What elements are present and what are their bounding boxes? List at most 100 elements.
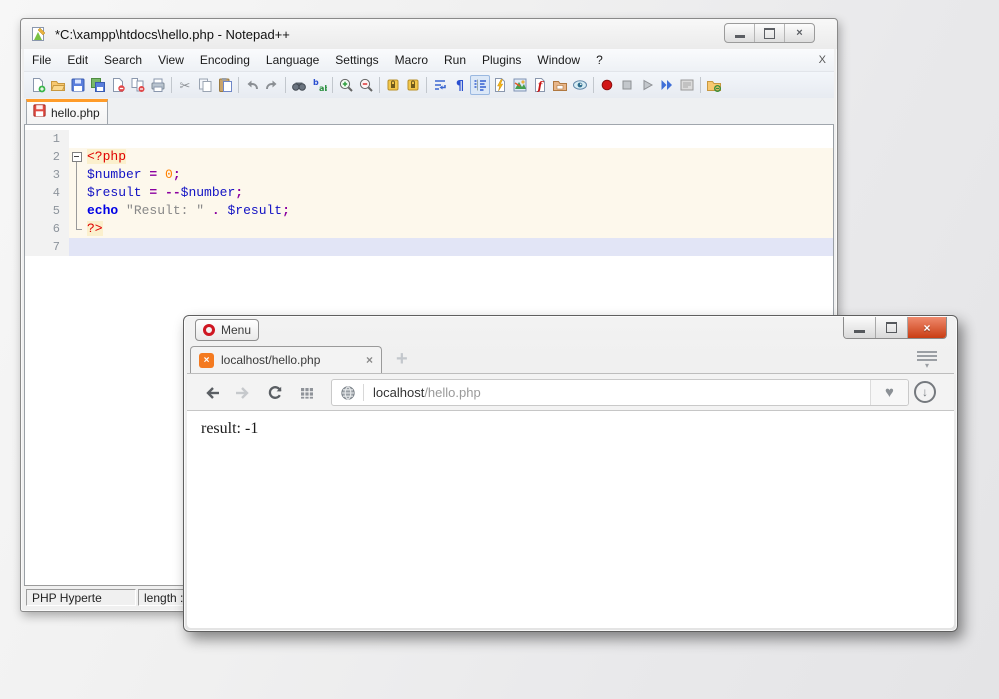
menu-item-run[interactable]: Run xyxy=(436,49,474,71)
opera-restore-button[interactable] xyxy=(875,317,907,338)
close-button[interactable] xyxy=(108,75,128,95)
zoom-out-button[interactable] xyxy=(356,75,376,95)
function-list-button[interactable]: f xyxy=(530,75,550,95)
word-wrap-button[interactable] xyxy=(430,75,450,95)
code-segment-plain xyxy=(157,185,165,200)
stop-recording-button[interactable] xyxy=(617,75,637,95)
opera-logo-icon xyxy=(203,324,215,336)
line-number: 5 xyxy=(25,202,69,220)
back-button[interactable] xyxy=(203,383,223,403)
notepad-minimize-button[interactable] xyxy=(725,24,754,42)
browser-tab-localhost[interactable]: × localhost/hello.php × xyxy=(190,346,382,373)
menu-item-search[interactable]: Search xyxy=(96,49,150,71)
reload-button[interactable] xyxy=(265,383,285,403)
new-file-icon xyxy=(30,77,46,93)
indent-guide-button[interactable] xyxy=(470,75,490,95)
print-button[interactable] xyxy=(148,75,168,95)
editor-line-5[interactable]: 5echo "Result: " . $result; xyxy=(25,202,833,220)
save-all-button[interactable] xyxy=(88,75,108,95)
close-all-icon xyxy=(130,77,146,93)
shortcut-mapper-button[interactable] xyxy=(490,75,510,95)
opera-close-button[interactable]: × xyxy=(907,317,946,338)
notepad-doc-close-button[interactable]: X xyxy=(819,54,826,66)
close-all-button[interactable] xyxy=(128,75,148,95)
word-wrap-icon xyxy=(432,77,448,93)
editor-line-7[interactable]: 7 xyxy=(25,238,833,256)
notepad-close-button[interactable]: × xyxy=(784,24,814,42)
replace-button[interactable]: bab xyxy=(309,75,329,95)
fold-box-icon[interactable] xyxy=(69,148,87,166)
show-all-characters-button[interactable]: ¶ xyxy=(450,75,470,95)
new-file-button[interactable] xyxy=(28,75,48,95)
document-map-button[interactable] xyxy=(510,75,530,95)
open-file-button[interactable] xyxy=(48,75,68,95)
cut-button[interactable]: ✂ xyxy=(175,75,195,95)
code-text: $number = 0; xyxy=(87,166,181,184)
menu-item-language[interactable]: Language xyxy=(258,49,327,71)
save-icon xyxy=(70,77,86,93)
monitoring-button[interactable] xyxy=(570,75,590,95)
cut-icon: ✂ xyxy=(177,77,193,93)
tab-menu-button[interactable]: ▾ xyxy=(915,351,939,368)
editor-line-3[interactable]: 3$number = 0; xyxy=(25,166,833,184)
monitoring-icon xyxy=(572,77,588,93)
forward-button[interactable] xyxy=(232,383,252,403)
downloads-button[interactable]: ↓ xyxy=(914,381,936,403)
open-containing-folder-button[interactable] xyxy=(704,75,724,95)
folder-as-workspace-button[interactable] xyxy=(550,75,570,95)
run-macro-multiple-button[interactable] xyxy=(657,75,677,95)
paste-icon xyxy=(217,77,233,93)
code-segment-op: -- xyxy=(165,185,181,200)
sync-vertical-button[interactable] xyxy=(383,75,403,95)
notepad-window-title: *C:\xampp\htdocs\hello.php - Notepad++ xyxy=(55,27,290,42)
notepad-titlebar[interactable]: *C:\xampp\htdocs\hello.php - Notepad++ × xyxy=(21,19,837,49)
browser-viewport: result: -1 xyxy=(187,411,954,628)
start-recording-button[interactable] xyxy=(597,75,617,95)
copy-button[interactable] xyxy=(195,75,215,95)
save-macro-button[interactable] xyxy=(677,75,697,95)
undo-button[interactable] xyxy=(242,75,262,95)
address-bar[interactable]: localhost/hello.php ♥ xyxy=(331,379,909,406)
zoom-in-button[interactable] xyxy=(336,75,356,95)
editor-line-1[interactable]: 1 xyxy=(25,130,833,148)
bookmark-heart-button[interactable]: ♥ xyxy=(870,380,908,405)
menu-item-file[interactable]: File xyxy=(24,49,59,71)
code-segment-plain xyxy=(157,167,165,182)
tab-close-icon[interactable]: × xyxy=(360,353,373,367)
menu-item-settings[interactable]: Settings xyxy=(327,49,386,71)
code-segment-num: 0 xyxy=(165,167,173,182)
new-tab-button[interactable]: + xyxy=(396,349,408,369)
menu-item-window[interactable]: Window xyxy=(529,49,588,71)
line-body xyxy=(69,130,833,148)
line-number: 2 xyxy=(25,148,69,166)
toolbar-separator xyxy=(700,77,701,93)
redo-button[interactable] xyxy=(262,75,282,95)
menu-item-plugins[interactable]: Plugins xyxy=(474,49,529,71)
line-body: $result = --$number; xyxy=(69,184,833,202)
zoom-in-icon xyxy=(338,77,354,93)
code-segment-op: . xyxy=(212,203,220,218)
menu-item-[interactable]: ? xyxy=(588,49,611,71)
sync-horizontal-button[interactable] xyxy=(403,75,423,95)
desktop: { "notepad": { "title": "*C:\\xampp\\htd… xyxy=(0,0,999,699)
menu-item-macro[interactable]: Macro xyxy=(387,49,436,71)
menu-item-view[interactable]: View xyxy=(150,49,192,71)
editor-line-4[interactable]: 4$result = --$number; xyxy=(25,184,833,202)
editor-line-2[interactable]: 2<?php xyxy=(25,148,833,166)
opera-menu-button[interactable]: Menu xyxy=(195,319,259,341)
editor-line-6[interactable]: 6?> xyxy=(25,220,833,238)
save-button[interactable] xyxy=(68,75,88,95)
menu-item-encoding[interactable]: Encoding xyxy=(192,49,258,71)
notepad-restore-button[interactable] xyxy=(754,24,784,42)
tab-hello-php[interactable]: hello.php xyxy=(26,99,108,124)
restore-icon xyxy=(886,322,897,333)
find-button[interactable] xyxy=(289,75,309,95)
opera-minimize-button[interactable] xyxy=(844,317,875,338)
menu-item-edit[interactable]: Edit xyxy=(59,49,96,71)
speed-dial-button[interactable] xyxy=(297,383,317,403)
paste-button[interactable] xyxy=(215,75,235,95)
line-number: 6 xyxy=(25,220,69,238)
fold-mid-icon xyxy=(69,202,87,220)
address-url[interactable]: localhost/hello.php xyxy=(373,385,481,400)
playback-button[interactable] xyxy=(637,75,657,95)
